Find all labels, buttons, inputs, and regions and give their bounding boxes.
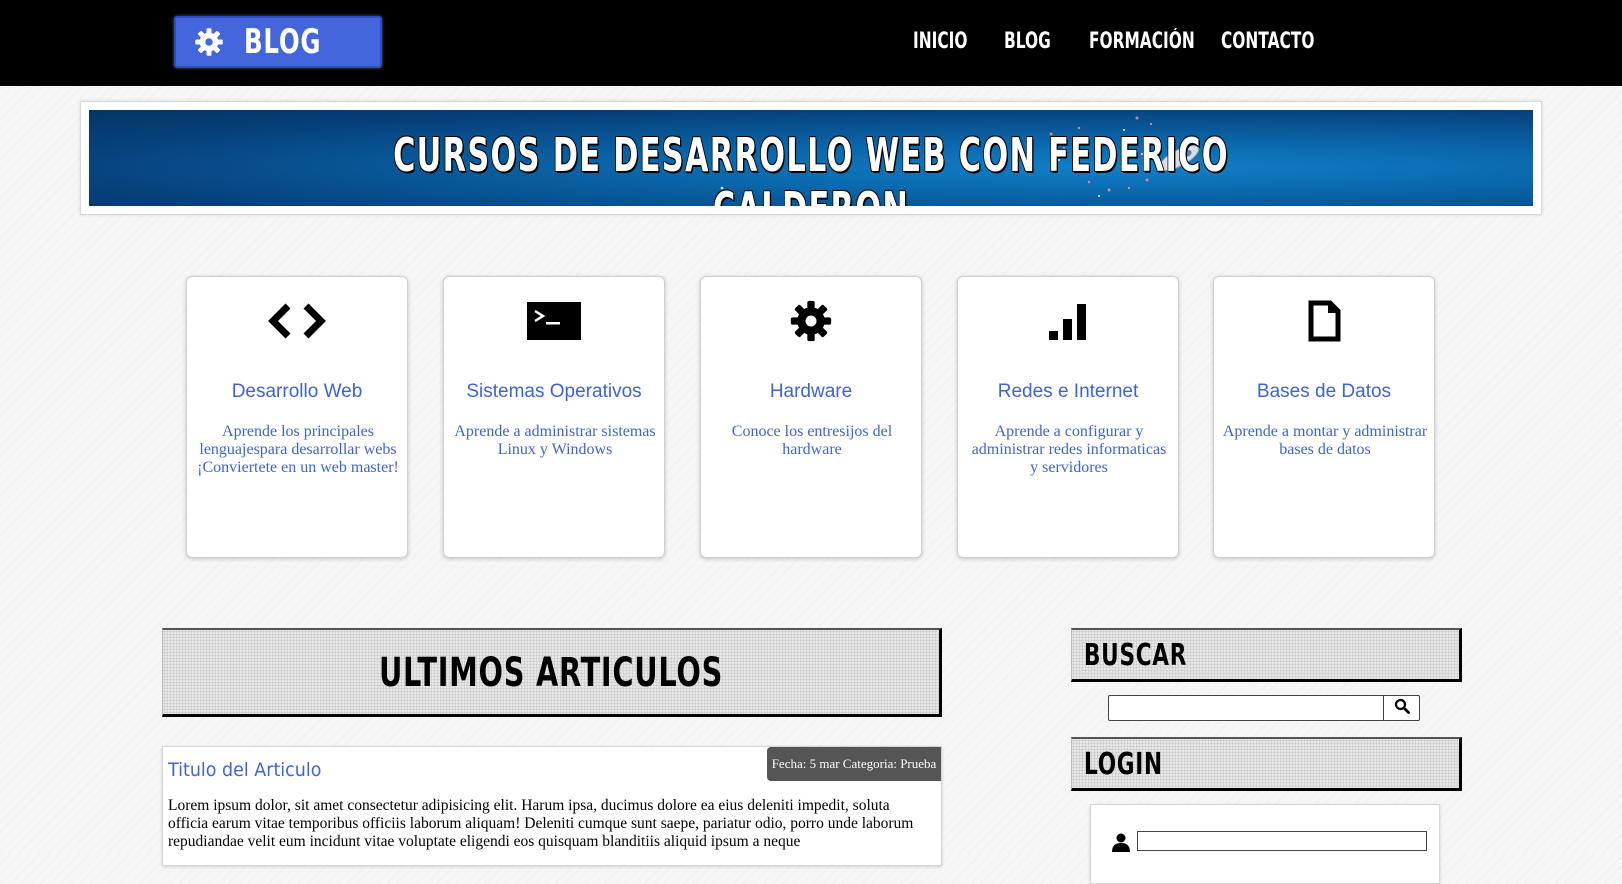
user-icon (1105, 831, 1137, 853)
card-title[interactable]: Bases de Datos (1214, 381, 1434, 403)
search-input[interactable] (1109, 696, 1389, 722)
card-title[interactable]: Redes e Internet (958, 381, 1178, 403)
gear-icon (701, 297, 921, 345)
logo-label: BLOG (244, 22, 322, 62)
card-description: Aprende a administrar sistemas Linux y W… (454, 423, 656, 458)
latest-articles-header: ULTIMOS ARTICULOS (162, 628, 942, 717)
login-header: LOGIN (1071, 737, 1462, 791)
category-card-redes-internet[interactable]: Redes e Internet Aprende a configurar y … (957, 276, 1179, 558)
article-title[interactable]: Titulo del Articulo (168, 759, 321, 781)
card-description: Conoce los entresijos del hardware (731, 423, 893, 458)
logo-button[interactable]: BLOG (174, 16, 382, 68)
card-description: Aprende a configurar y administrar redes… (971, 423, 1167, 476)
search-box (1108, 695, 1420, 722)
nav-link-inicio[interactable]: INICIO (913, 28, 967, 56)
banner-title: CURSOS DE DESARROLLO WEB CON FEDERICO CA… (393, 128, 1229, 206)
category-card-bases-datos[interactable]: Bases de Datos Aprende a montar y admini… (1213, 276, 1435, 558)
category-card-hardware[interactable]: Hardware Conoce los entresijos del hardw… (700, 276, 922, 558)
article-meta: Fecha: 5 mar Categoria: Prueba (767, 747, 941, 781)
card-description: Aprende a montar y administrar bases de … (1222, 423, 1428, 458)
nav-link-formacion[interactable]: FORMACIÓN (1089, 28, 1195, 56)
search-title: BUSCAR (1084, 638, 1188, 673)
category-card-desarrollo-web[interactable]: Desarrollo Web Aprende los principales l… (186, 276, 408, 558)
category-card-sistemas-operativos[interactable]: Sistemas Operativos Aprende a administra… (443, 276, 665, 558)
code-icon (187, 297, 407, 345)
section-title: ULTIMOS ARTICULOS (378, 650, 724, 696)
search-icon (1394, 698, 1410, 719)
username-row (1105, 831, 1427, 853)
banner-image: CURSOS DE DESARROLLO WEB CON FEDERICO CA… (89, 110, 1533, 206)
terminal-icon (444, 297, 664, 345)
username-input[interactable] (1137, 831, 1427, 851)
card-description: Aprende los principales lenguajespara de… (197, 423, 399, 476)
signal-icon (958, 297, 1178, 345)
login-title: LOGIN (1084, 747, 1163, 782)
card-title[interactable]: Sistemas Operativos (444, 381, 664, 403)
file-icon (1214, 297, 1434, 345)
article-card: Titulo del Articulo Fecha: 5 mar Categor… (162, 746, 942, 866)
nav-link-contacto[interactable]: CONTACTO (1221, 28, 1314, 56)
card-title[interactable]: Desarrollo Web (187, 381, 407, 403)
nav-link-blog[interactable]: BLOG (1004, 28, 1051, 56)
card-title[interactable]: Hardware (701, 381, 921, 403)
article-body: Lorem ipsum dolor, sit amet consectetur … (168, 797, 914, 850)
gear-icon (194, 27, 224, 57)
top-navbar: BLOG INICIO BLOG FORMACIÓN CONTACTO (0, 0, 1622, 86)
login-panel (1090, 804, 1440, 884)
banner-frame: CURSOS DE DESARROLLO WEB CON FEDERICO CA… (80, 101, 1542, 215)
search-button[interactable] (1383, 696, 1419, 720)
search-header: BUSCAR (1071, 628, 1462, 682)
